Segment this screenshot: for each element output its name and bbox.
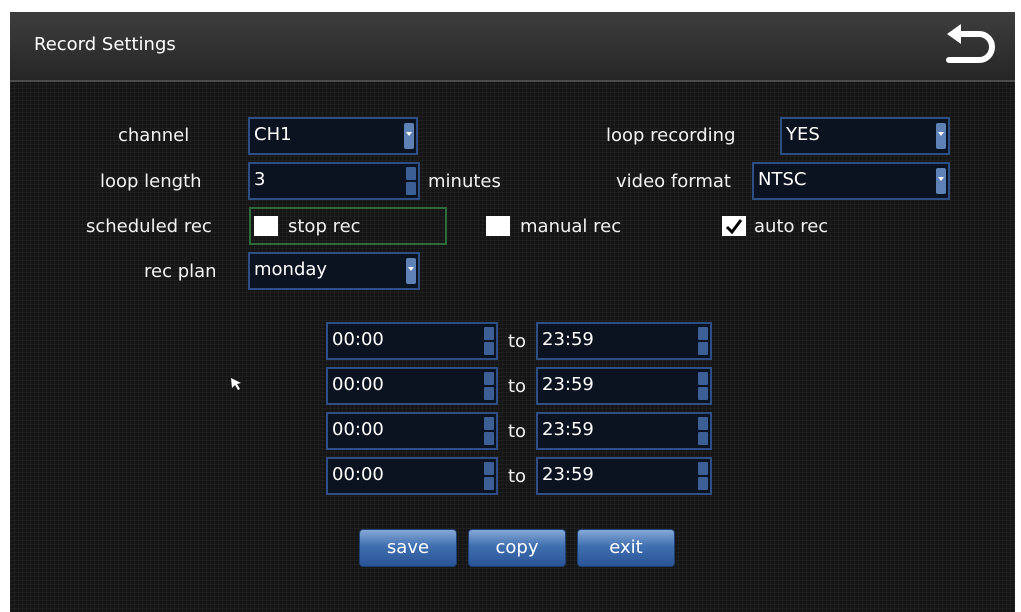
stepper-icon[interactable] — [698, 462, 708, 490]
chevron-down-icon[interactable] — [936, 123, 946, 149]
video-format-label: video format — [616, 171, 731, 192]
start-time-input[interactable]: 00:00 — [326, 367, 498, 405]
start-time-value: 00:00 — [332, 329, 384, 350]
record-settings-screen: Record Settings channel CH1 loop recordi… — [10, 12, 1015, 612]
stepper-icon[interactable] — [698, 417, 708, 445]
manual-rec-checkbox[interactable] — [486, 216, 510, 236]
channel-select[interactable]: CH1 — [248, 117, 418, 155]
exit-button[interactable]: exit — [577, 529, 675, 567]
auto-rec-label: auto rec — [754, 216, 829, 237]
channel-label: channel — [118, 125, 190, 146]
minutes-unit-label: minutes — [428, 171, 501, 192]
stop-rec-label: stop rec — [288, 216, 361, 237]
title-bar: Record Settings — [10, 12, 1015, 82]
chevron-down-icon[interactable] — [936, 168, 946, 194]
return-arrow-icon — [946, 24, 995, 63]
checkmark-icon — [725, 219, 743, 235]
start-time-input[interactable]: 00:00 — [326, 322, 498, 360]
chevron-down-icon[interactable] — [406, 258, 416, 284]
end-time-value: 23:59 — [542, 374, 594, 395]
rec-plan-label: rec plan — [144, 261, 217, 282]
loop-recording-label: loop recording — [606, 125, 736, 146]
end-time-input[interactable]: 23:59 — [536, 322, 712, 360]
loop-length-value: 3 — [254, 169, 266, 190]
loop-recording-select[interactable]: YES — [780, 117, 950, 155]
channel-value: CH1 — [254, 124, 292, 145]
stepper-icon[interactable] — [406, 167, 416, 195]
stepper-icon[interactable] — [484, 417, 494, 445]
to-label: to — [508, 331, 527, 352]
copy-button[interactable]: copy — [468, 529, 566, 567]
chevron-down-icon[interactable] — [404, 123, 414, 149]
stepper-icon[interactable] — [484, 372, 494, 400]
end-time-value: 23:59 — [542, 464, 594, 485]
back-button[interactable] — [939, 22, 1003, 72]
loop-recording-value: YES — [786, 124, 820, 145]
mouse-cursor-icon — [231, 378, 241, 390]
start-time-value: 00:00 — [332, 419, 384, 440]
manual-rec-label: manual rec — [520, 216, 622, 237]
end-time-input[interactable]: 23:59 — [536, 457, 712, 495]
auto-rec-checkbox[interactable] — [722, 216, 746, 236]
stepper-icon[interactable] — [484, 327, 494, 355]
start-time-input[interactable]: 00:00 — [326, 457, 498, 495]
video-format-value: NTSC — [758, 169, 807, 190]
scheduled-rec-label: scheduled rec — [86, 216, 212, 237]
stop-rec-checkbox[interactable] — [254, 216, 278, 236]
end-time-input[interactable]: 23:59 — [536, 412, 712, 450]
video-format-select[interactable]: NTSC — [752, 162, 950, 200]
to-label: to — [508, 421, 527, 442]
start-time-input[interactable]: 00:00 — [326, 412, 498, 450]
rec-plan-value: monday — [254, 259, 328, 280]
stepper-icon[interactable] — [698, 372, 708, 400]
stepper-icon[interactable] — [484, 462, 494, 490]
end-time-value: 23:59 — [542, 419, 594, 440]
page-title: Record Settings — [34, 34, 176, 55]
save-button[interactable]: save — [359, 529, 457, 567]
end-time-input[interactable]: 23:59 — [536, 367, 712, 405]
to-label: to — [508, 466, 527, 487]
loop-length-label: loop length — [100, 171, 202, 192]
start-time-value: 00:00 — [332, 374, 384, 395]
rec-plan-select[interactable]: monday — [248, 252, 420, 290]
end-time-value: 23:59 — [542, 329, 594, 350]
start-time-value: 00:00 — [332, 464, 384, 485]
stepper-icon[interactable] — [698, 327, 708, 355]
loop-length-stepper[interactable]: 3 — [248, 162, 420, 200]
to-label: to — [508, 376, 527, 397]
